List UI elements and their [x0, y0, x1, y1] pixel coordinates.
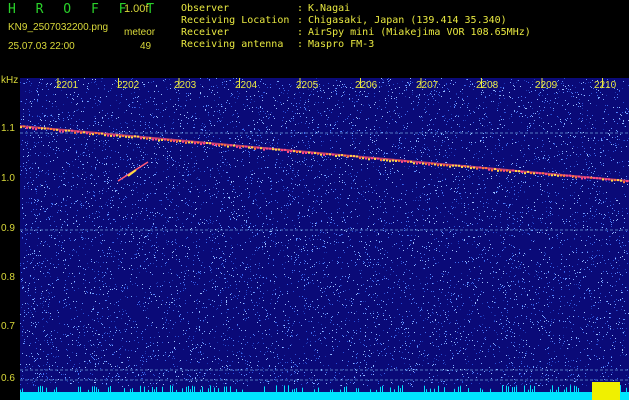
receiver-sep: : [297, 27, 304, 38]
receiver-key: Receiver [181, 27, 230, 38]
x-tick-label: 2205 [296, 80, 319, 91]
y-tick-label: 0.9 [1, 223, 15, 234]
spectrogram-canvas [20, 78, 629, 400]
y-unit-label: kHz [1, 75, 19, 86]
y-tick-label: 0.6 [1, 373, 15, 384]
location-sep: : [297, 15, 304, 26]
antenna-value: Maspro FM-3 [308, 39, 375, 50]
y-tick-label: 1.0 [1, 173, 15, 184]
x-tick-label: 2210 [594, 80, 617, 91]
event-count: 49 [140, 41, 152, 52]
header-panel: H R O F F T 1.00f KN9_2507032200.png 25.… [0, 0, 629, 78]
x-tick-label: 2206 [355, 80, 378, 91]
spectrogram-panel [20, 78, 629, 400]
date-time: 25.07.03 22:00 [8, 41, 75, 52]
y-tick-label: 0.8 [1, 272, 15, 283]
location-value: Chigasaki, Japan (139.414 35.340) [308, 15, 507, 26]
receiver-value: AirSpy mini (Miakejima VOR 108.65MHz) [308, 27, 531, 38]
x-tick-label: 2208 [476, 80, 499, 91]
observer-sep: : [297, 3, 304, 14]
x-tick-label: 2209 [535, 80, 558, 91]
file-name: KN9_2507032200.png [8, 22, 109, 33]
x-tick-label: 2207 [416, 80, 439, 91]
x-tick-label: 2202 [117, 80, 140, 91]
location-key: Receiving Location [181, 15, 290, 26]
x-tick-label: 2203 [174, 80, 197, 91]
antenna-sep: : [297, 39, 304, 50]
observer-key: Observer [181, 3, 230, 14]
x-tick-label: 2201 [56, 80, 79, 91]
observer-value: K.Nagai [308, 3, 351, 14]
spectrogram-background [20, 78, 629, 400]
y-tick-label: 0.7 [1, 321, 15, 332]
x-tick-label: 2204 [235, 80, 258, 91]
mode-label: meteor [124, 27, 156, 38]
y-tick-label: 1.1 [1, 123, 15, 134]
antenna-key: Receiving antenna [181, 39, 284, 50]
app-version: 1.00f [124, 3, 149, 15]
